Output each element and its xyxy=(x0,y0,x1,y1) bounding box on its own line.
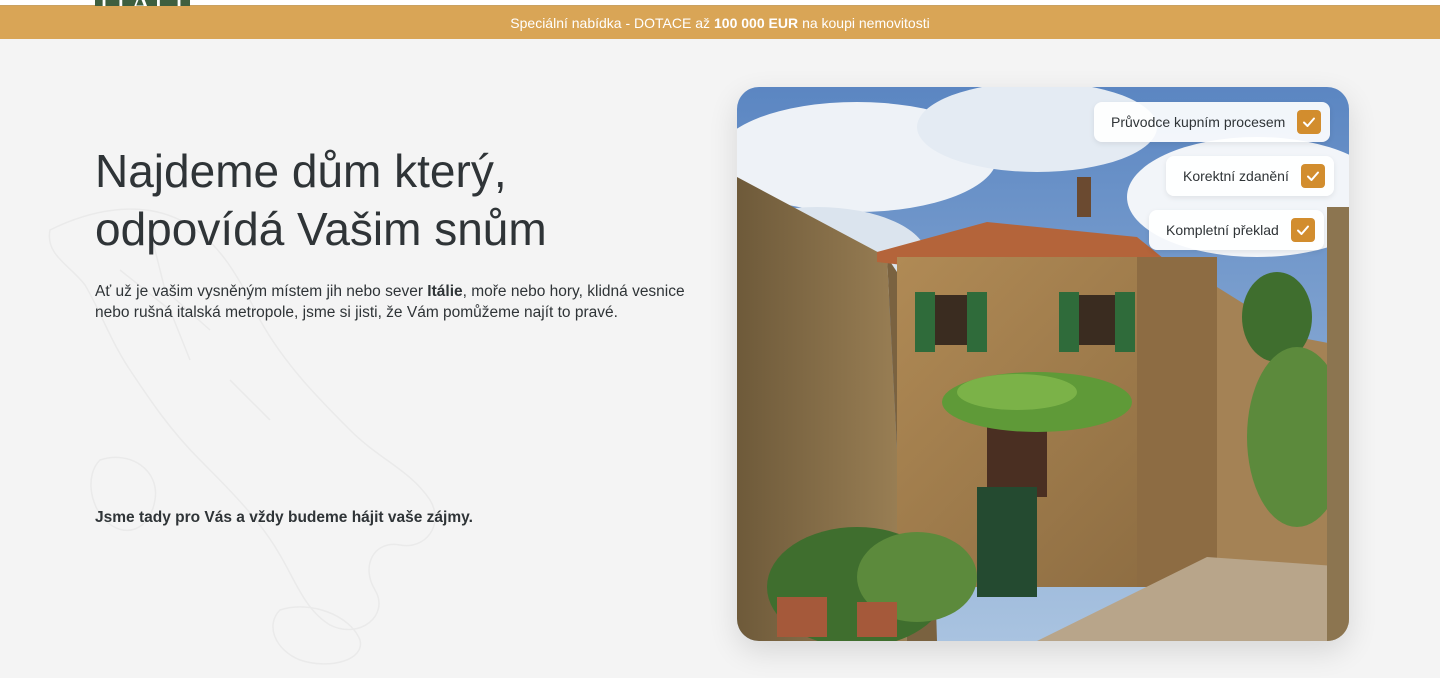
check-icon xyxy=(1290,218,1315,242)
promo-banner: Speciální nabídka - DOTACE až 100 000 EU… xyxy=(0,6,1440,39)
badge-purchase-guide: Průvodce kupním procesem xyxy=(1094,102,1331,142)
hero-text-before: Ať už je vašim vysněným místem jih nebo … xyxy=(95,283,423,300)
badge-label: Korektní zdanění xyxy=(1183,168,1289,184)
badge-label: Průvodce kupním procesem xyxy=(1111,114,1286,130)
promo-prefix: Speciální nabídka - DOTACE až xyxy=(510,14,710,31)
promo-highlight: 100 000 EUR xyxy=(714,14,799,31)
check-icon xyxy=(1300,164,1325,188)
hero-title: Najdeme dům který, odpovídá Vašim snům xyxy=(95,142,655,258)
promo-suffix: na koupi nemovitosti xyxy=(802,14,930,31)
hero-tagline: Jsme tady pro Vás a vždy budeme hájit va… xyxy=(95,509,473,526)
hero-description: Ať už je vašim vysněným místem jih nebo … xyxy=(95,281,715,323)
badge-correct-taxation: Korektní zdanění xyxy=(1166,156,1334,196)
badge-label: Kompletní překlad xyxy=(1166,222,1279,238)
hero-title-line1: Najdeme dům který, xyxy=(95,145,507,197)
badge-complete-translation: Kompletní překlad xyxy=(1149,210,1324,250)
hero-title-line2: odpovídá Vašim snům xyxy=(95,203,547,255)
check-icon xyxy=(1297,110,1322,134)
hero-text-bold: Itálie xyxy=(427,283,463,300)
